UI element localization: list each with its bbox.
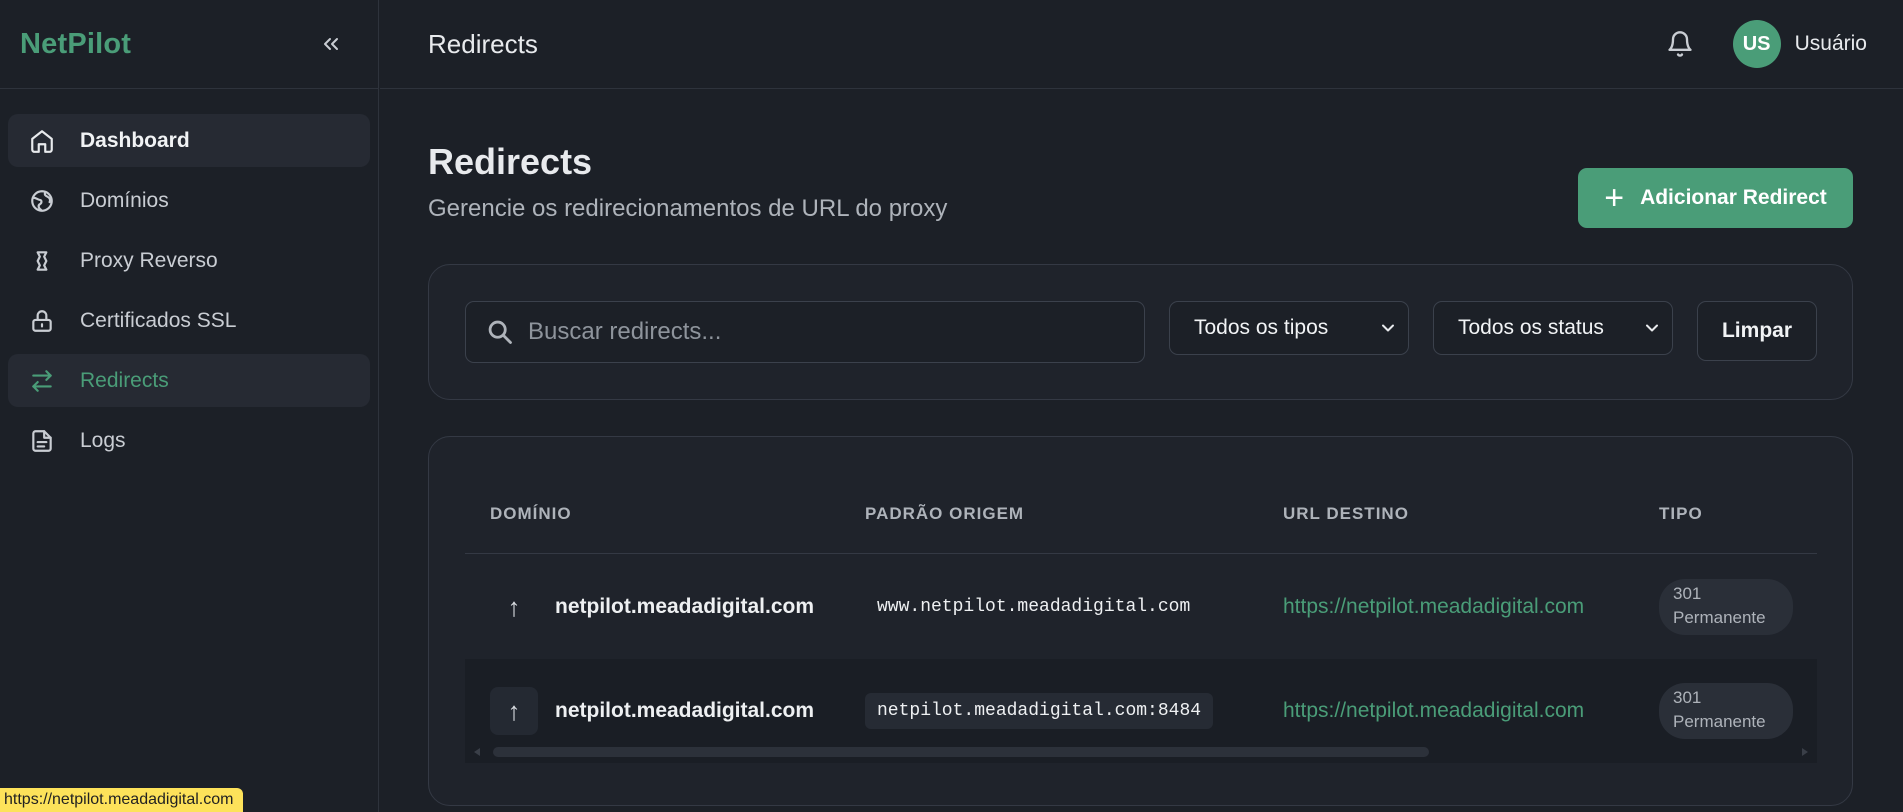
row-domain: netpilot.meadadigital.com: [555, 595, 815, 618]
double-chevron-left-icon: [324, 38, 338, 50]
page-subtitle: Gerencie os redirecionamentos de URL do …: [428, 195, 948, 222]
column-header-tipo[interactable]: TIPO: [1659, 473, 1703, 554]
sidebar-item-label: Redirects: [80, 368, 169, 392]
sidebar-item-label: Domínios: [80, 188, 169, 212]
column-header-dominio[interactable]: DOMÍNIO: [490, 473, 572, 554]
sidebar-item-logs[interactable]: Logs: [8, 414, 370, 467]
scroll-left-arrow-icon[interactable]: [469, 744, 485, 760]
row-pattern: www.netpilot.meadadigital.com: [865, 555, 1202, 659]
type-select[interactable]: Todos os tipos: [1169, 301, 1409, 355]
column-header-url-destino[interactable]: URL DESTINO: [1283, 473, 1409, 554]
type-badge-label: Permanente: [1673, 712, 1766, 731]
sidebar-header: NetPilot: [0, 0, 378, 89]
notifications-button[interactable]: [1663, 27, 1697, 61]
topbar-title: Redirects: [428, 28, 538, 59]
horizontal-scrollbar[interactable]: [465, 742, 1817, 762]
app-window: NetPilot Dashboard Domínios Proxy Revers…: [0, 0, 1903, 812]
sidebar-item-label: Logs: [80, 428, 126, 452]
scroll-right-arrow-icon[interactable]: [1797, 744, 1813, 760]
add-redirect-button[interactable]: + Adicionar Redirect: [1578, 168, 1853, 228]
table-row[interactable]: ↑ netpilot.meadadigital.com www.netpilot…: [465, 555, 1817, 659]
type-select-value: Todos os tipos: [1194, 316, 1329, 339]
plus-icon: +: [1604, 179, 1625, 217]
home-icon: [28, 127, 56, 155]
swap-arrows-icon: [28, 367, 56, 395]
add-redirect-label: Adicionar Redirect: [1640, 186, 1827, 209]
type-badge-label: Permanente: [1673, 608, 1766, 627]
sidebar-item-certificados-ssl[interactable]: Certificados SSL: [8, 294, 370, 347]
topbar: Redirects US Usuário: [380, 0, 1903, 89]
bell-icon: [1667, 31, 1692, 57]
sidebar-item-dominios[interactable]: Domínios: [8, 174, 370, 227]
sidebar-item-dashboard[interactable]: Dashboard: [8, 114, 370, 167]
sidebar-item-label: Certificados SSL: [80, 308, 237, 332]
sidebar-nav: Dashboard Domínios Proxy Reverso Certifi…: [0, 89, 378, 467]
row-pattern-code: www.netpilot.meadadigital.com: [877, 597, 1191, 617]
file-text-icon: [28, 427, 56, 455]
collapse-sidebar-button[interactable]: [314, 27, 348, 61]
type-badge: 301 Permanente: [1659, 579, 1793, 635]
search-icon: [488, 320, 512, 344]
sidebar-item-label: Dashboard: [80, 128, 190, 152]
filters-card: Todos os tipos Todos os status Limpar: [428, 264, 1853, 400]
status-select[interactable]: Todos os status: [1433, 301, 1673, 355]
sidebar-item-proxy-reverso[interactable]: Proxy Reverso: [8, 234, 370, 287]
sidebar: NetPilot Dashboard Domínios Proxy Revers…: [0, 0, 379, 812]
scrollbar-thumb[interactable]: [493, 747, 1429, 757]
topbar-actions: US Usuário: [1663, 20, 1867, 68]
page-title: Redirects: [428, 141, 593, 182]
sidebar-item-redirects[interactable]: Redirects: [8, 354, 370, 407]
lock-icon: [28, 307, 56, 335]
type-badge-code: 301: [1673, 584, 1702, 603]
status-select-value: Todos os status: [1458, 316, 1604, 339]
sidebar-item-label: Proxy Reverso: [80, 248, 218, 272]
chevron-down-icon: [1646, 324, 1658, 332]
arrow-up-icon: ↑: [490, 687, 538, 735]
type-badge: 301 Permanente: [1659, 683, 1793, 739]
user-name[interactable]: Usuário: [1795, 32, 1867, 56]
table-header: DOMÍNIO PADRÃO ORIGEM URL DESTINO TIPO: [465, 473, 1817, 554]
type-badge-code: 301: [1673, 688, 1702, 707]
search-box[interactable]: [465, 301, 1145, 363]
chevron-down-icon: [1382, 324, 1394, 332]
redirects-table-card: DOMÍNIO PADRÃO ORIGEM URL DESTINO TIPO ↑…: [428, 436, 1853, 806]
arrow-up-icon: ↑: [507, 591, 521, 622]
clear-filters-button[interactable]: Limpar: [1697, 301, 1817, 361]
link-preview-status: https://netpilot.meadadigital.com: [0, 788, 244, 812]
column-header-padrao-origem[interactable]: PADRÃO ORIGEM: [865, 473, 1024, 554]
proxy-icon: [28, 247, 56, 275]
page-header: Redirects Gerencie os redirecionamentos …: [428, 89, 1853, 264]
search-input[interactable]: [528, 318, 1128, 346]
row-destination-link[interactable]: https://netpilot.meadadigital.com: [1283, 555, 1584, 659]
brand-logo[interactable]: NetPilot: [20, 28, 131, 61]
row-pattern-code: netpilot.meadadigital.com:8484: [865, 693, 1214, 729]
globe-icon: [28, 187, 56, 215]
avatar[interactable]: US: [1732, 20, 1781, 68]
main-content: Redirects Gerencie os redirecionamentos …: [428, 89, 1853, 806]
